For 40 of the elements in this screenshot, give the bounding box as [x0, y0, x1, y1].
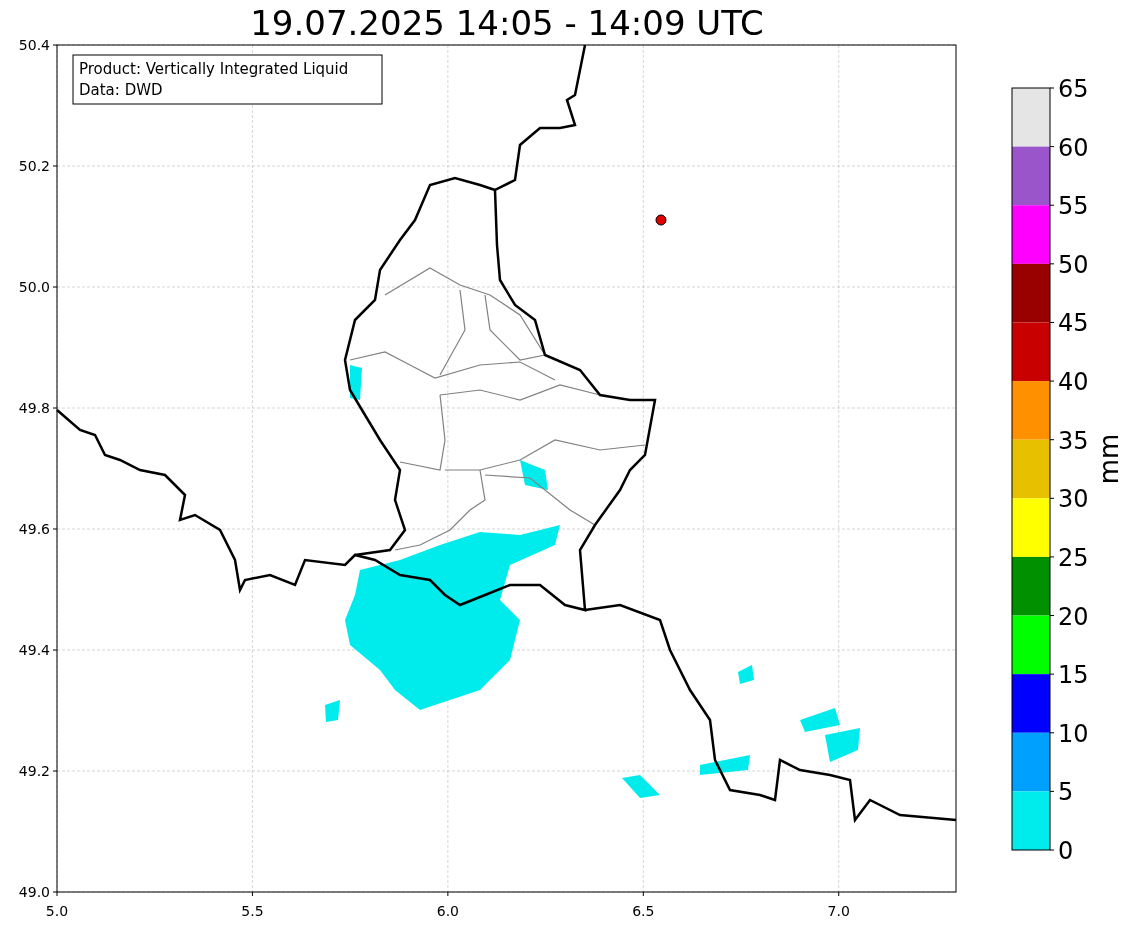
- x-tick-label: 7.0: [827, 903, 850, 919]
- y-tick-label: 49.8: [18, 400, 50, 416]
- info-text: Product: Vertically Integrated Liquid: [79, 60, 349, 78]
- colorbar-tick-label: 5: [1058, 778, 1074, 807]
- colorbar-tick-label: 25: [1058, 543, 1089, 572]
- y-tick-label: 49.0: [18, 884, 50, 900]
- precipitation-area: [325, 700, 340, 722]
- precipitation-area: [700, 755, 750, 775]
- y-tick-label: 49.4: [18, 642, 50, 658]
- colorbar-tick-label: 30: [1058, 485, 1089, 514]
- colorbar-label: mm: [1094, 433, 1124, 485]
- y-tick-label: 50.2: [18, 158, 50, 174]
- y-tick-label: 50.0: [18, 279, 50, 295]
- precipitation-area: [622, 775, 660, 798]
- precipitation-area: [800, 708, 840, 732]
- chart-title: 19.07.2025 14:05 - 14:09 UTC: [249, 2, 765, 35]
- precipitation-area: [825, 728, 860, 762]
- colorbar-tick-label: 60: [1058, 133, 1089, 162]
- colorbar-tick-label: 50: [1058, 250, 1089, 279]
- colorbar-tick-label: 40: [1058, 368, 1089, 397]
- colorbar-tick-label: 15: [1058, 661, 1089, 690]
- location-marker: [655, 214, 667, 226]
- colorbar-tick-label: 35: [1058, 426, 1089, 455]
- colorbar-tick-label: 55: [1058, 192, 1089, 221]
- colorbar-tick-label: 0: [1058, 837, 1074, 865]
- x-tick-label: 5.0: [45, 903, 69, 919]
- x-tick-label: 5.5: [241, 903, 264, 919]
- colorbar-tick-label: 10: [1058, 719, 1089, 748]
- precipitation-area: [738, 665, 754, 684]
- x-tick-label: 6.5: [632, 903, 655, 919]
- colorbar-tick-label: 65: [1058, 75, 1089, 103]
- precipitation-area: [350, 365, 362, 400]
- x-tick-label: 6.0: [436, 903, 459, 919]
- y-tick-label: 50.4: [18, 37, 50, 53]
- colorbar-tick-label: 45: [1058, 309, 1089, 338]
- info-text: Data: DWD: [79, 81, 163, 99]
- colorbar-tick-label: 20: [1058, 602, 1089, 631]
- precipitation-area: [520, 460, 548, 490]
- y-tick-label: 49.2: [18, 763, 50, 779]
- y-tick-label: 49.6: [18, 521, 50, 537]
